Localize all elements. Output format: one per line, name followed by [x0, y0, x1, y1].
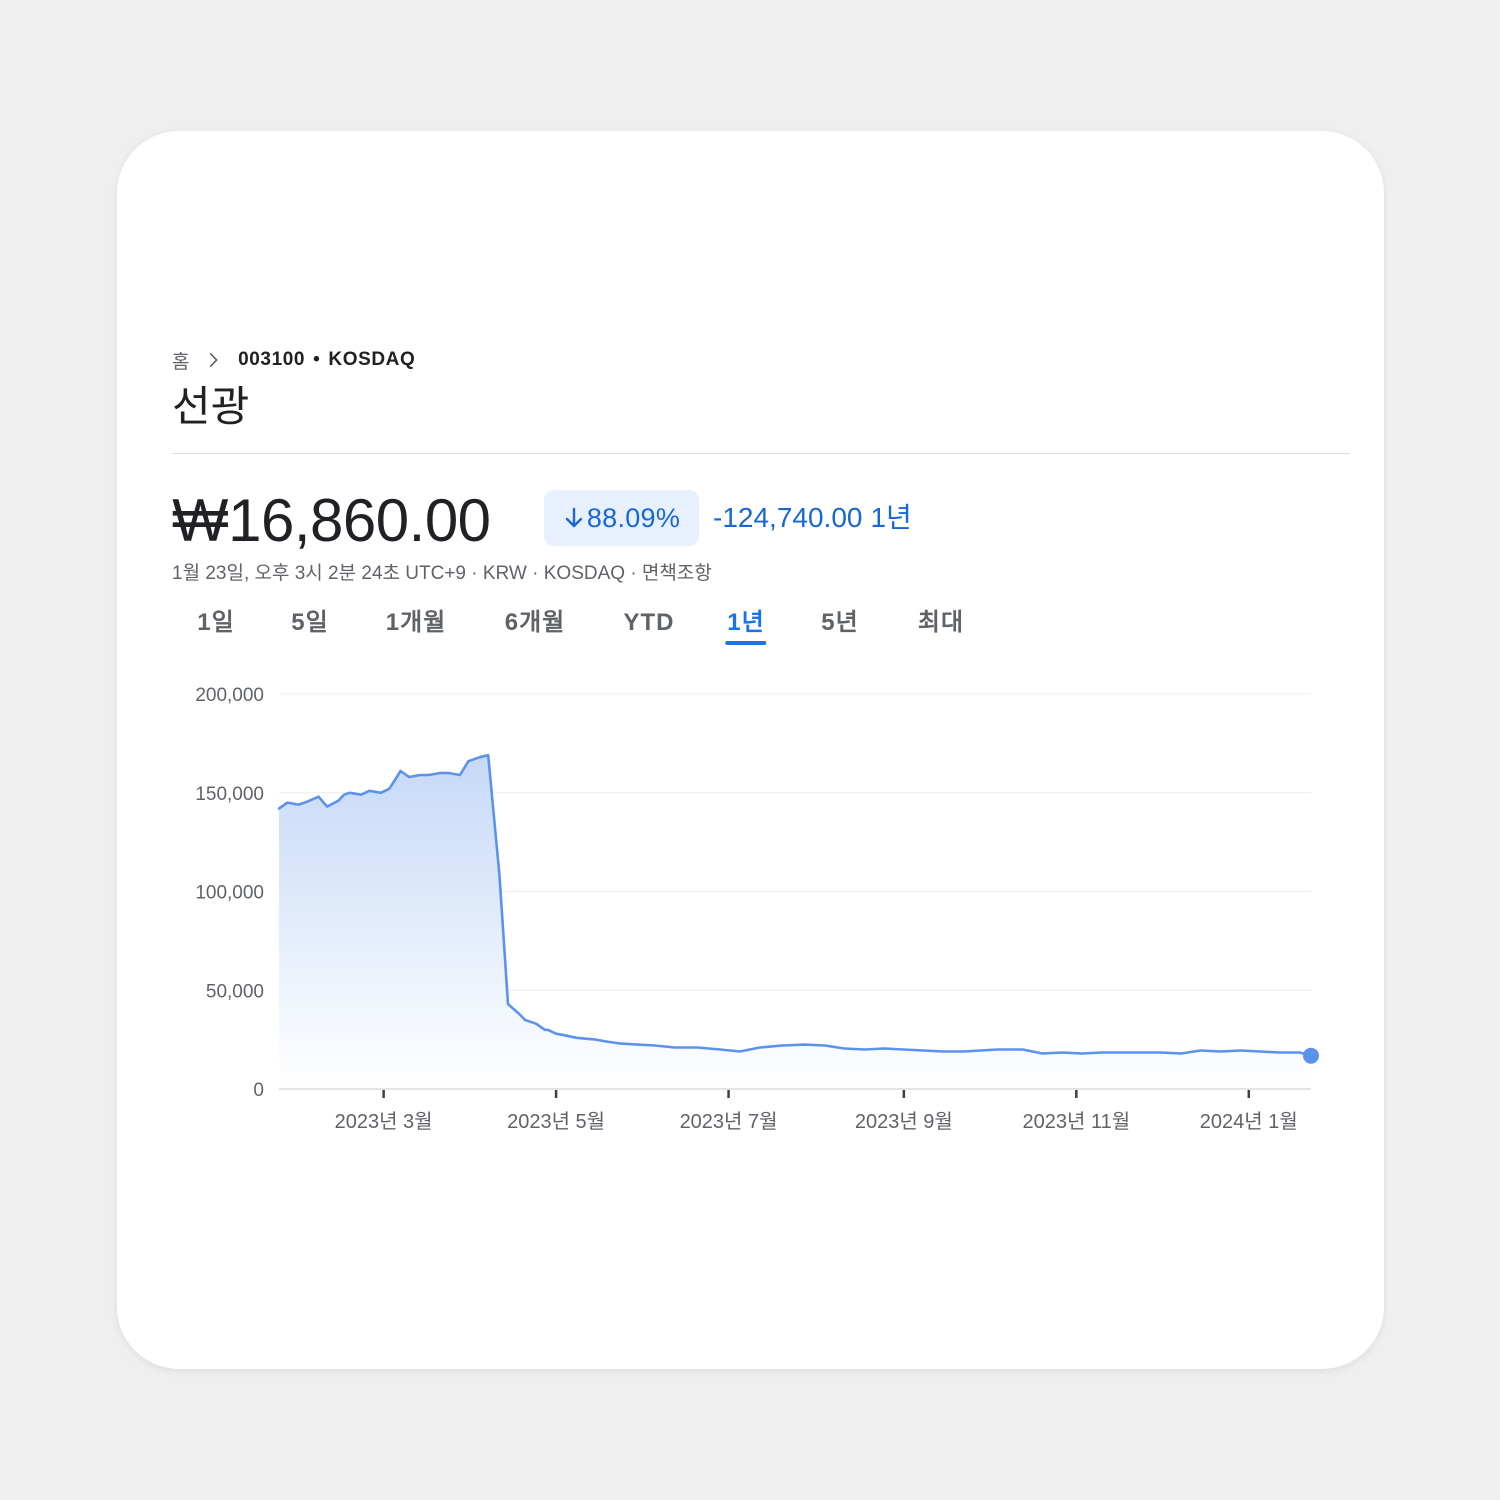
data-point: [606, 1041, 608, 1043]
data-point: [326, 806, 328, 808]
y-tick-label: 200,000: [195, 685, 264, 706]
data-point: [541, 1027, 543, 1029]
data-point: [1061, 1051, 1063, 1053]
data-point: [318, 796, 320, 798]
data-point: [696, 1047, 698, 1049]
data-point: [1259, 1050, 1261, 1052]
last-price-dot: [1303, 1047, 1319, 1064]
data-point: [419, 774, 421, 776]
data-point: [923, 1049, 925, 1051]
data-point: [1022, 1049, 1024, 1051]
data-point: [674, 1047, 676, 1049]
data-point: [479, 756, 481, 758]
data-point: [883, 1048, 885, 1050]
data-point: [343, 794, 345, 796]
data-point: [459, 774, 461, 776]
data-point: [544, 1029, 546, 1031]
data-point: [286, 802, 288, 804]
data-point: [575, 1037, 577, 1039]
data-point: [518, 1013, 520, 1015]
data-point: [547, 1029, 549, 1031]
x-tick-label: 2023년 9월: [855, 1110, 953, 1133]
price-chart[interactable]: 0 50,000 100,000 150,000 200,000 2023년 3월 2023…: [0, 0, 1500, 1500]
y-tick-label: 100,000: [195, 883, 264, 904]
data-point: [654, 1045, 656, 1047]
data-point: [1121, 1051, 1123, 1053]
data-point: [278, 808, 280, 810]
data-point: [1220, 1050, 1222, 1052]
data-point: [804, 1044, 806, 1046]
data-point: [1239, 1049, 1241, 1051]
data-point: [1299, 1051, 1301, 1053]
data-point: [759, 1047, 761, 1049]
data-point: [1180, 1052, 1182, 1054]
data-point: [408, 776, 410, 778]
data-point: [863, 1049, 865, 1051]
data-point: [595, 1039, 597, 1041]
data-point: [1140, 1051, 1142, 1053]
data-point: [448, 772, 450, 774]
data-point: [306, 801, 308, 803]
data-point: [360, 794, 362, 796]
data-point: [467, 760, 469, 762]
data-point: [942, 1050, 944, 1052]
data-point: [781, 1045, 783, 1047]
data-point: [555, 1033, 557, 1035]
data-point: [583, 1038, 585, 1040]
data-point: [739, 1050, 741, 1052]
data-point: [903, 1049, 905, 1051]
y-tick-label: 50,000: [206, 981, 264, 1002]
data-point: [1200, 1049, 1202, 1051]
data-point: [368, 790, 370, 792]
data-point: [380, 792, 382, 794]
data-point: [535, 1023, 537, 1025]
data-point: [996, 1049, 998, 1051]
data-point: [524, 1019, 526, 1021]
data-point: [487, 754, 489, 756]
x-tick-label: 2024년 1월: [1200, 1110, 1298, 1133]
data-point: [499, 875, 501, 877]
data-point: [1279, 1051, 1281, 1053]
data-point: [1081, 1052, 1083, 1054]
data-point: [1101, 1051, 1103, 1053]
data-point: [620, 1043, 622, 1045]
data-point: [824, 1045, 826, 1047]
data-point: [561, 1034, 563, 1036]
data-point: [439, 772, 441, 774]
data-point: [400, 770, 402, 772]
x-tick-label: 2023년 11월: [1023, 1110, 1131, 1133]
y-tick-label: 0: [253, 1080, 264, 1101]
x-tick-label: 2023년 3월: [335, 1110, 433, 1133]
data-point: [719, 1049, 721, 1051]
data-point: [1041, 1052, 1043, 1054]
data-point: [843, 1048, 845, 1050]
data-point: [507, 1003, 509, 1005]
data-point: [298, 804, 300, 806]
price-area: [279, 755, 1311, 1088]
data-point: [388, 788, 390, 790]
data-point: [637, 1044, 639, 1046]
data-point: [349, 792, 351, 794]
x-tick-label: 2023년 5월: [507, 1110, 605, 1133]
y-tick-label: 150,000: [195, 784, 264, 805]
data-point: [1160, 1051, 1162, 1053]
data-point: [337, 800, 339, 802]
x-tick-label: 2023년 7월: [680, 1110, 778, 1133]
data-point: [428, 774, 430, 776]
data-point: [962, 1050, 964, 1052]
